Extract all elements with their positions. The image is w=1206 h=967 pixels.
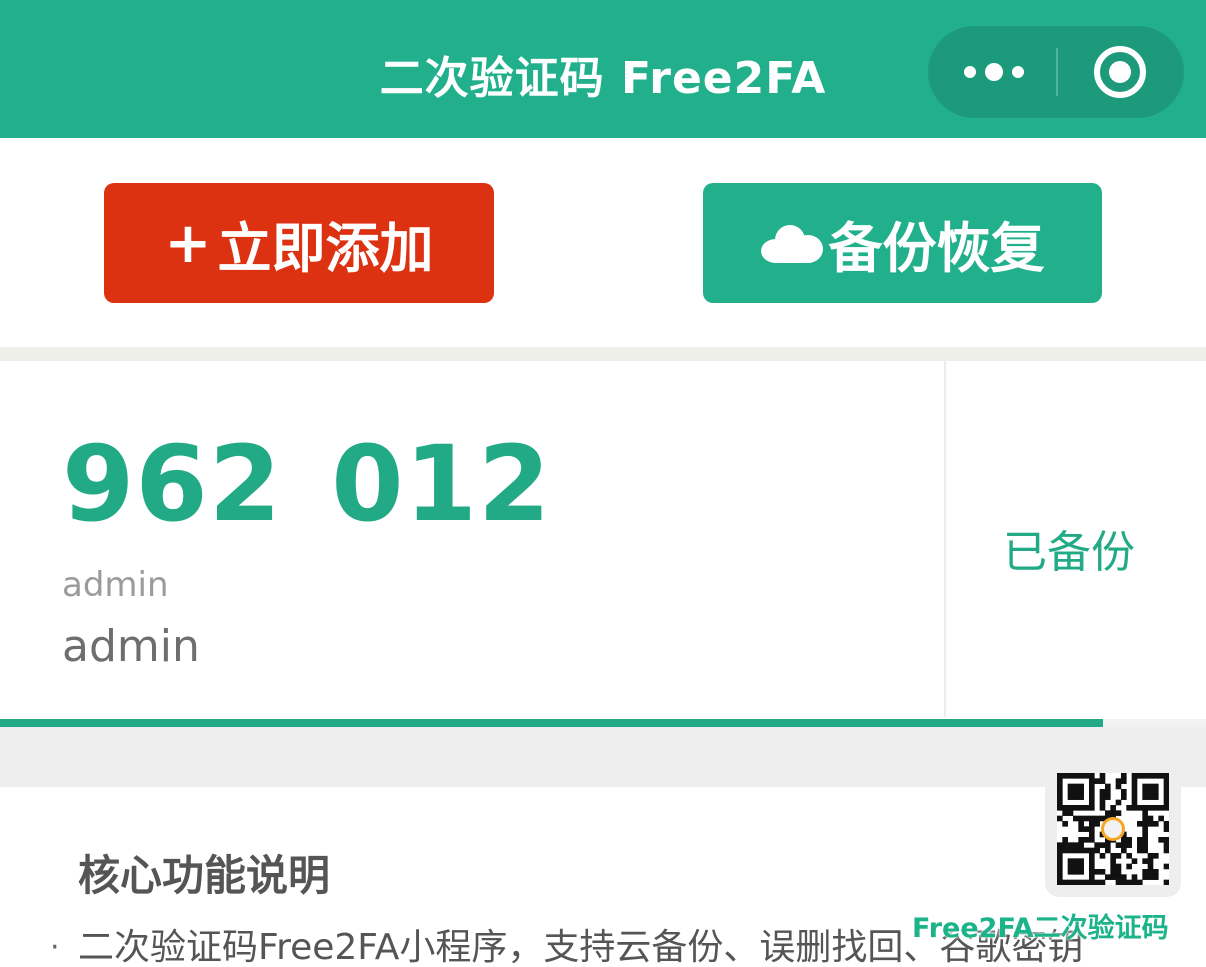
target-close-icon[interactable]: [1094, 46, 1146, 98]
nav-bar: 二次验证码 Free2FA: [0, 0, 1206, 138]
miniprogram-capsule: [928, 26, 1184, 118]
backup-restore-button[interactable]: 备份恢复: [703, 183, 1102, 303]
countdown-progress: [0, 719, 1104, 727]
add-now-label: 立即添加: [217, 216, 434, 280]
features-title: 核心功能说明: [78, 851, 331, 900]
cloud-icon: [760, 223, 823, 263]
backup-status: 已备份: [1003, 527, 1135, 578]
capsule-divider: [1056, 48, 1058, 96]
qr-code-card: [1045, 761, 1181, 897]
card-divider: [944, 361, 946, 717]
add-now-button[interactable]: + 立即添加: [104, 183, 494, 303]
section-separator: [0, 347, 1206, 361]
backup-restore-label: 备份恢复: [828, 216, 1045, 280]
watermark-text: Free2FA二次验证码: [912, 913, 1169, 944]
qr-code-icon: [1057, 773, 1170, 886]
otp-code[interactable]: 962 012: [62, 423, 551, 545]
countdown-track: [0, 719, 1206, 727]
section-separator: [0, 727, 1206, 787]
token-card[interactable]: 962 012 admin admin 已备份: [0, 361, 1206, 727]
qr-logo: [1101, 817, 1125, 841]
token-issuer: admin: [62, 565, 169, 605]
more-dots-icon[interactable]: [964, 62, 1024, 82]
plus-icon: +: [164, 210, 212, 276]
token-account: admin: [62, 621, 200, 672]
bullet-dot: ·: [50, 930, 60, 965]
